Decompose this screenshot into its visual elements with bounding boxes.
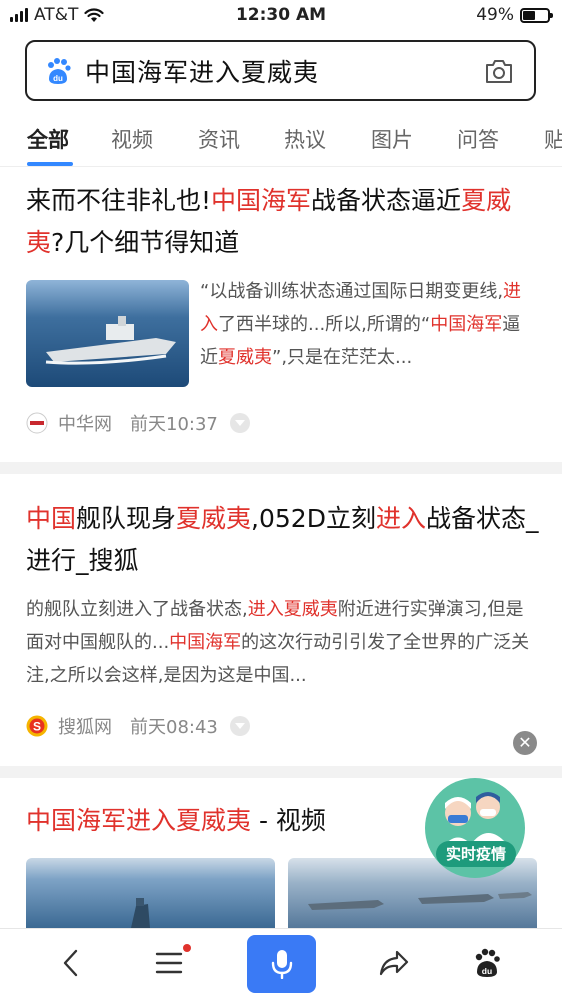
notification-dot bbox=[183, 944, 191, 952]
text-segment: - 视频 bbox=[251, 806, 326, 835]
sohu-logo-icon: S bbox=[26, 715, 48, 737]
close-icon[interactable]: ✕ bbox=[513, 731, 537, 755]
realtime-epidemic-badge[interactable]: 实时疫情 bbox=[420, 773, 530, 883]
highlighted-keyword: 夏威夷 bbox=[176, 504, 252, 533]
highlighted-keyword: 中国海军 bbox=[169, 632, 242, 653]
warship-video-image bbox=[26, 858, 275, 928]
tab-discussion[interactable]: 热议 bbox=[284, 124, 326, 154]
highlighted-keyword: 中国海军进入夏威夷 bbox=[26, 806, 252, 835]
result-time: 前天08:43 bbox=[130, 717, 218, 738]
text-segment: 的舰队立刻进入了战备状态, bbox=[26, 599, 248, 620]
text-segment: ”,只是在茫茫太... bbox=[272, 347, 413, 368]
china-com-logo-icon bbox=[26, 412, 48, 434]
microphone-icon bbox=[271, 950, 292, 979]
result-source[interactable]: 搜狐网 bbox=[58, 713, 112, 739]
highlighted-keyword: 中国海军 bbox=[211, 186, 312, 215]
svg-text:du: du bbox=[53, 74, 63, 83]
tab-qa[interactable]: 问答 bbox=[457, 124, 499, 154]
more-options-icon[interactable] bbox=[229, 413, 250, 433]
text-segment: 来而不往非礼也! bbox=[26, 186, 212, 215]
more-options-icon[interactable] bbox=[229, 716, 250, 736]
svg-text:S: S bbox=[33, 720, 41, 734]
back-chevron-icon[interactable] bbox=[47, 939, 95, 987]
tab-images[interactable]: 图片 bbox=[371, 124, 413, 154]
share-icon[interactable] bbox=[370, 939, 418, 987]
text-segment: ,052D立刻 bbox=[251, 504, 376, 533]
result-meta: S 搜狐网 前天08:43 bbox=[26, 713, 250, 739]
search-result-card[interactable]: 来而不往非礼也!中国海军战备状态逼近夏威夷?几个细节得知道 “以战备训练状态通过… bbox=[0, 167, 562, 462]
result-snippet: 的舰队立刻进入了战备状态,进入夏威夷附近进行实弹演习,但是面对中国舰队的...中… bbox=[26, 593, 540, 692]
text-segment: 战备状态逼近 bbox=[311, 186, 462, 215]
voice-search-button[interactable] bbox=[247, 935, 316, 993]
result-meta: 中华网 前天10:37 bbox=[26, 410, 250, 436]
result-title[interactable]: 中国舰队现身夏威夷,052D立刻进入战备状态_进行_搜狐 bbox=[26, 498, 542, 582]
text-segment: 了西半球的...所以,所谓的“ bbox=[218, 314, 431, 335]
result-snippet: “以战备训练状态通过国际日期变更线,进入了西半球的...所以,所谓的“中国海军逼… bbox=[200, 275, 536, 374]
text-segment: “以战备训练状态通过国际日期变更线, bbox=[200, 281, 504, 302]
highlighted-keyword: 进入夏威夷 bbox=[247, 599, 338, 620]
tab-all[interactable]: 全部 bbox=[27, 124, 69, 154]
text-segment: ?几个细节得知道 bbox=[51, 228, 240, 257]
svg-text:du: du bbox=[482, 966, 492, 976]
bottom-navigation: du bbox=[0, 928, 562, 1000]
badge-label: 实时疫情 bbox=[445, 845, 506, 863]
result-time: 前天10:37 bbox=[130, 414, 218, 435]
tab-news[interactable]: 资讯 bbox=[198, 124, 240, 154]
category-tabs: 全部 视频 资讯 热议 图片 问答 贴 bbox=[0, 112, 562, 168]
tab-video[interactable]: 视频 bbox=[111, 124, 153, 154]
battery-icon bbox=[520, 7, 553, 23]
tab-tieba[interactable]: 贴 bbox=[544, 124, 562, 154]
battery-percent: 49% bbox=[476, 5, 514, 25]
result-source[interactable]: 中华网 bbox=[58, 410, 112, 436]
text-segment: 舰队现身 bbox=[76, 504, 177, 533]
highlighted-keyword: 夏威夷 bbox=[218, 347, 272, 368]
baidu-paw-icon: du bbox=[48, 57, 71, 84]
search-query-text: 中国海军进入夏威夷 bbox=[85, 57, 320, 87]
result-thumbnail[interactable] bbox=[26, 280, 189, 387]
camera-icon[interactable] bbox=[484, 58, 514, 84]
search-input[interactable]: du 中国海军进入夏威夷 bbox=[25, 40, 536, 101]
baidu-paw-icon[interactable]: du bbox=[463, 939, 511, 987]
search-result-card[interactable]: 中国舰队现身夏威夷,052D立刻进入战备状态_进行_搜狐 的舰队立刻进入了战备状… bbox=[0, 474, 562, 767]
warship-image bbox=[26, 280, 189, 387]
highlighted-keyword: 中国 bbox=[26, 504, 77, 533]
highlighted-keyword: 中国海军 bbox=[430, 314, 503, 335]
video-thumbnail[interactable] bbox=[26, 858, 275, 928]
status-bar: AT&T 12:30 AM 49% bbox=[0, 0, 562, 32]
highlighted-keyword: 进入 bbox=[375, 504, 426, 533]
card-separator bbox=[0, 462, 562, 474]
result-title[interactable]: 来而不往非礼也!中国海军战备状态逼近夏威夷?几个细节得知道 bbox=[26, 180, 542, 264]
search-results-page: AT&T 12:30 AM 49% du 中国海军进入夏威夷 全部 视频 资讯 … bbox=[0, 0, 562, 1000]
